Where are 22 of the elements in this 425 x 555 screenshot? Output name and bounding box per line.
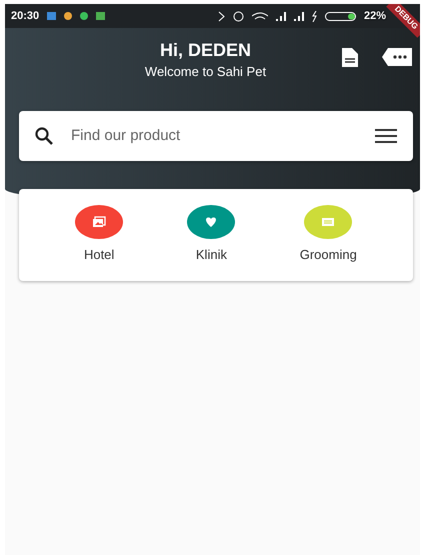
greeting-title: Hi, DEDEN — [158, 40, 252, 62]
welcome-subtitle: Welcome to Sahi Pet — [144, 62, 268, 81]
message-icon[interactable] — [382, 48, 412, 66]
document-icon[interactable] — [342, 48, 358, 67]
search-input[interactable]: Find our product — [69, 124, 359, 148]
signal-icon — [294, 12, 304, 20]
battery-level: 22% — [364, 8, 386, 24]
battery-icon — [324, 12, 356, 20]
service-label[interactable]: Grooming — [300, 245, 357, 265]
photos-icon — [92, 215, 106, 230]
heart-icon — [204, 215, 218, 230]
status-time: 20:30 — [11, 8, 40, 24]
search-icon — [35, 127, 53, 146]
signal-icon — [276, 12, 286, 20]
service-label[interactable]: Hotel — [84, 245, 114, 265]
service-button[interactable] — [187, 205, 236, 240]
service-button[interactable] — [75, 205, 124, 240]
charging-icon — [312, 10, 317, 22]
service-label[interactable]: Klinik — [196, 245, 227, 265]
menu-icon[interactable] — [375, 129, 397, 144]
search-field[interactable]: Find our product — [19, 111, 413, 162]
wifi-icon — [252, 12, 268, 20]
